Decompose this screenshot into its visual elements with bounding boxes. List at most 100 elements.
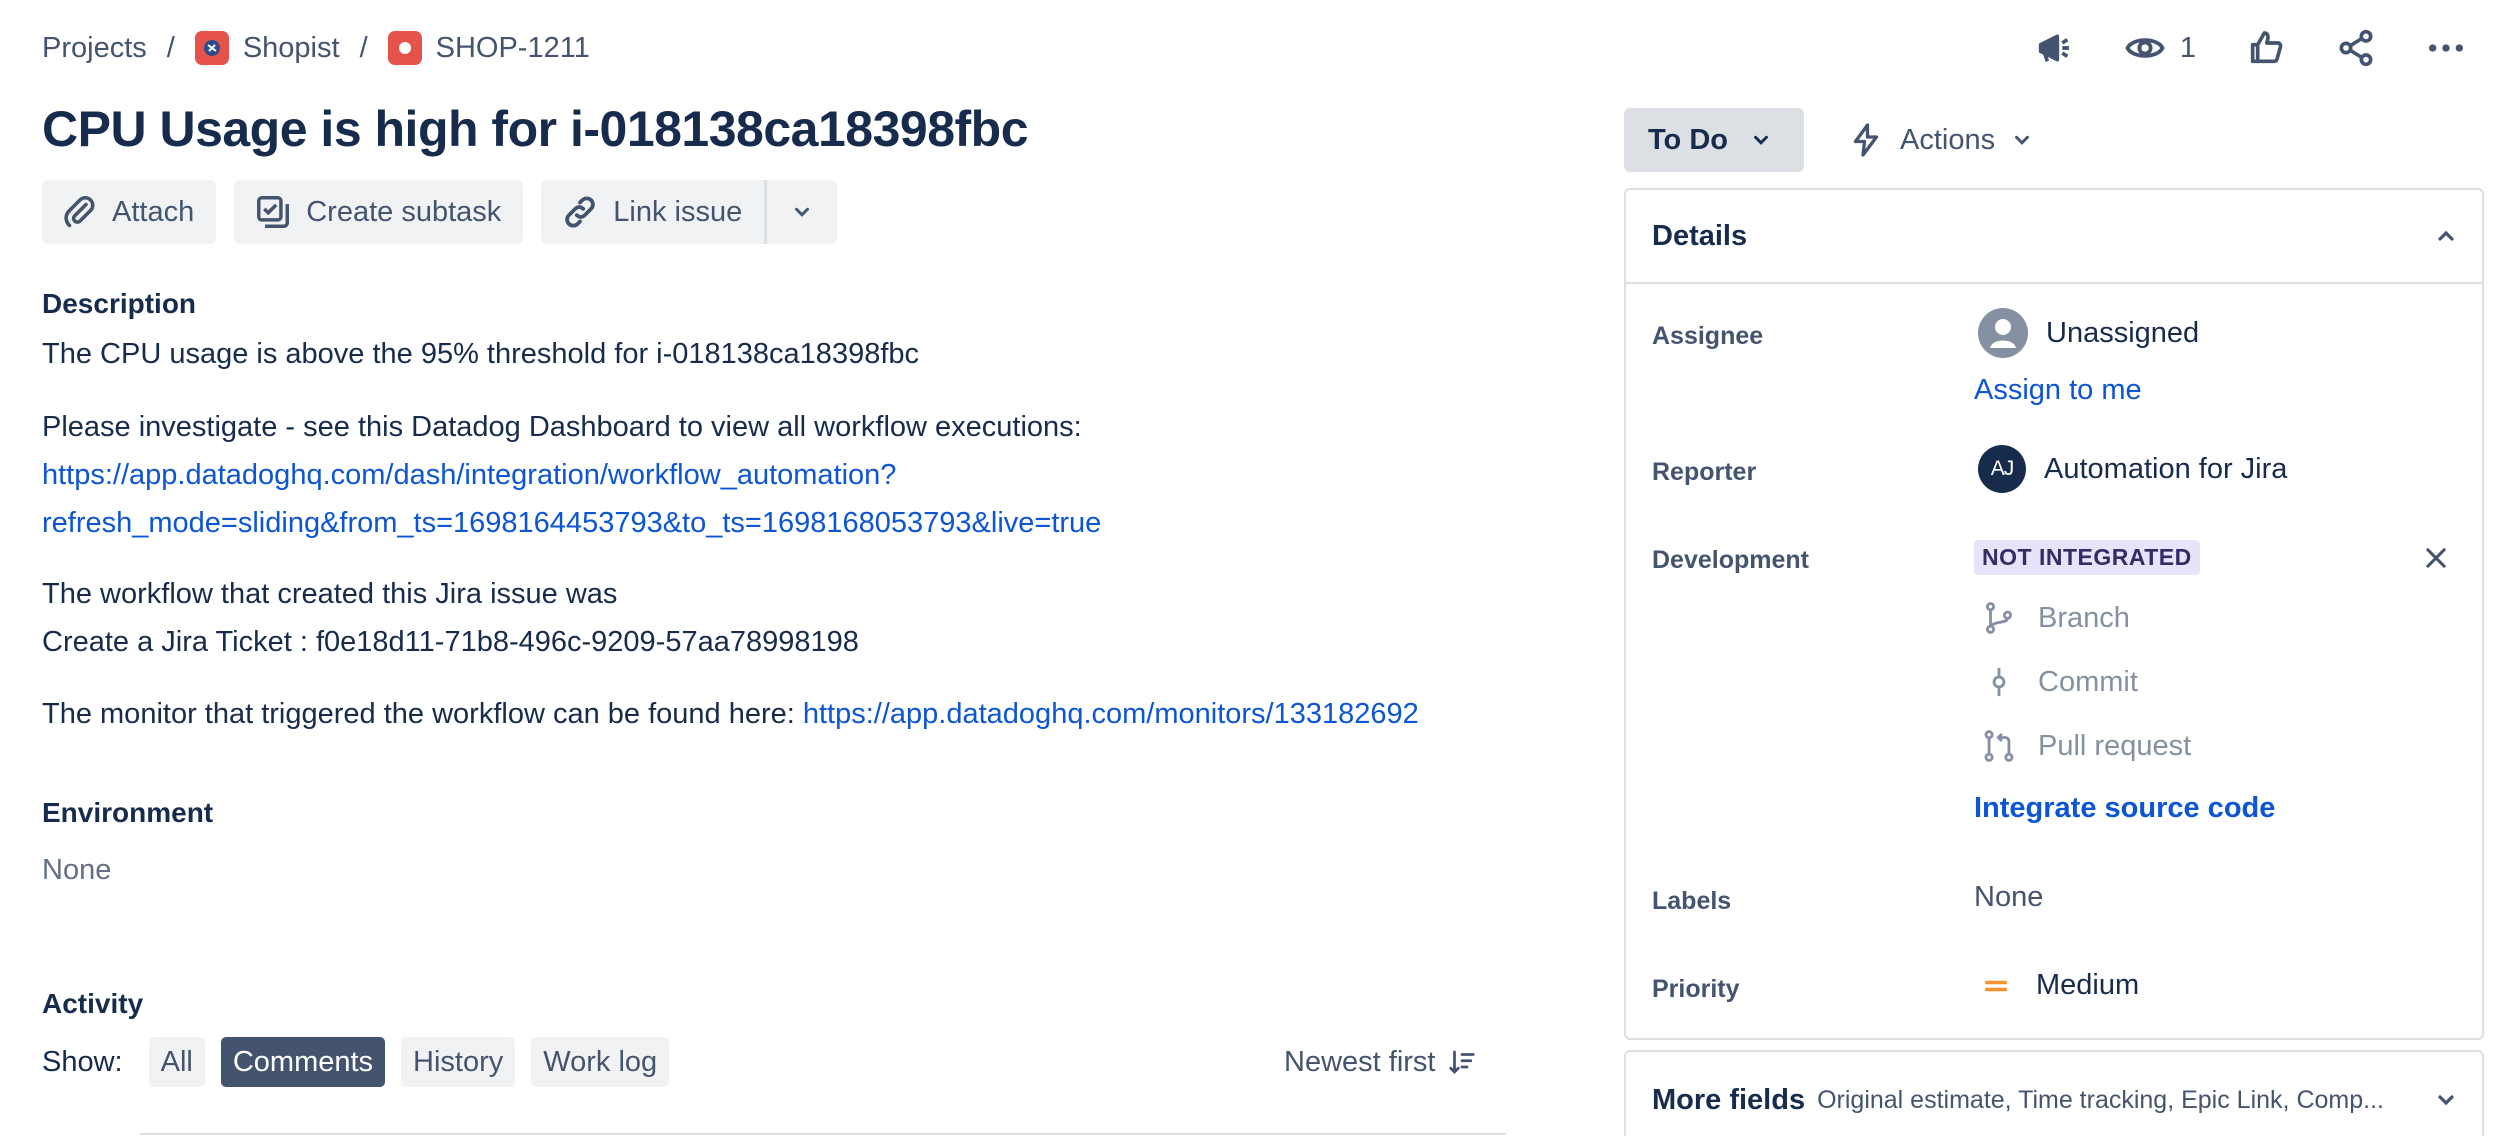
- close-icon[interactable]: [2422, 544, 2450, 572]
- activity-filter-row: Show: All Comments History Work log: [42, 1037, 670, 1087]
- share-icon: [2339, 29, 2373, 67]
- chevron-down-icon: [2015, 135, 2030, 145]
- thumbs-up-icon: [2250, 31, 2283, 64]
- unassigned-avatar-icon: [1978, 308, 2028, 358]
- monitor-text: The monitor that triggered the workflow …: [42, 698, 803, 730]
- description-line-2: Please investigate - see this Datadog Da…: [42, 411, 1082, 443]
- description-line-4: Create a Jira Ticket : f0e18d11-71b8-496…: [42, 626, 859, 658]
- more-fields-summary: Original estimate, Time tracking, Epic L…: [1817, 1085, 2384, 1114]
- assign-to-me-link[interactable]: Assign to me: [1974, 374, 2142, 407]
- share-button[interactable]: [2322, 24, 2390, 72]
- integrate-source-code-link[interactable]: Integrate source code: [1974, 792, 2275, 825]
- chevron-down-icon[interactable]: [2434, 1088, 2458, 1112]
- more-fields-panel[interactable]: More fields Original estimate, Time trac…: [1624, 1050, 2484, 1136]
- activity-heading: Activity: [42, 988, 144, 1019]
- link-icon: [565, 196, 596, 228]
- development-status: NOT INTEGRATED: [1974, 540, 2200, 575]
- show-label: Show:: [42, 1045, 123, 1078]
- create-subtask-label: Create subtask: [306, 195, 502, 228]
- feedback-button[interactable]: [2020, 24, 2088, 72]
- priority-label: Priority: [1652, 975, 1740, 1003]
- filter-all[interactable]: All: [148, 1037, 205, 1087]
- dashboard-link-part-1[interactable]: https://app.datadoghq.com/dash/integrati…: [42, 451, 896, 499]
- reporter-field[interactable]: AJ Automation for Jira: [1978, 445, 2287, 493]
- commit-label: Commit: [2038, 665, 2138, 698]
- commit-icon: [1992, 667, 2006, 697]
- sort-descending-icon: [1449, 1050, 1476, 1074]
- branch-label: Branch: [2038, 601, 2130, 634]
- details-header[interactable]: Details: [1626, 190, 2482, 284]
- breadcrumb: Projects / Shopist / SHOP-1211: [42, 28, 590, 68]
- pull-request-icon: [1984, 730, 2014, 762]
- description-line-1: The CPU usage is above the 95% threshold…: [42, 338, 920, 370]
- comment-editor-divider: [140, 1133, 1506, 1135]
- dashboard-link-part-2[interactable]: refresh_mode=sliding&from_ts=16981644537…: [42, 499, 1101, 547]
- details-panel: Details Assignee Unassigned Assign to me…: [1624, 188, 2484, 1040]
- priority-value: Medium: [2036, 969, 2140, 1001]
- reporter-label: Reporter: [1652, 458, 1757, 486]
- actions-label: Actions: [1900, 123, 1996, 156]
- pull-request-label: Pull request: [2038, 729, 2192, 762]
- chevron-down-icon: [795, 207, 810, 217]
- vote-button[interactable]: [2232, 24, 2300, 72]
- environment-value[interactable]: None: [42, 846, 111, 894]
- description-line-3: The workflow that created this Jira issu…: [42, 578, 618, 610]
- filter-work-log[interactable]: Work log: [531, 1037, 670, 1087]
- issue-header-actions: 1: [2020, 24, 2480, 72]
- priority-medium-icon: [1984, 980, 2008, 991]
- subtask-icon: [257, 196, 290, 228]
- attach-button[interactable]: Attach: [42, 180, 217, 244]
- filter-history[interactable]: History: [401, 1037, 516, 1087]
- priority-field[interactable]: Medium: [1982, 969, 2139, 1002]
- status-label: To Do: [1648, 123, 1728, 156]
- paperclip-icon: [64, 195, 95, 228]
- branch-icon: [1985, 602, 2013, 634]
- link-issue-button[interactable]: Link issue: [541, 180, 765, 244]
- link-issue-label: Link issue: [613, 195, 743, 228]
- toolbar-more-button[interactable]: [764, 180, 838, 244]
- chevron-up-icon[interactable]: [2434, 224, 2458, 248]
- link-issue-group: Link issue: [541, 180, 838, 244]
- environment-heading: Environment: [42, 797, 214, 828]
- sort-order-button[interactable]: Newest first: [1284, 1037, 1477, 1087]
- dev-item-commit: Commit: [1982, 665, 2138, 699]
- chevron-down-icon: [1754, 135, 1768, 145]
- issue-toolbar: Attach Create subtask Link issue: [42, 180, 838, 244]
- megaphone-icon: [2038, 34, 2069, 62]
- breadcrumb-separator: /: [166, 31, 175, 64]
- actions-dropdown[interactable]: Actions: [1848, 108, 2033, 172]
- labels-label: Labels: [1652, 887, 1732, 915]
- details-title: Details: [1652, 219, 1748, 252]
- reporter-avatar: AJ: [1978, 445, 2026, 493]
- breadcrumb-separator: /: [359, 31, 368, 64]
- issue-title[interactable]: CPU Usage is high for i-018138ca18398fbc: [42, 100, 1029, 158]
- labels-value[interactable]: None: [1974, 881, 2043, 914]
- assignee-value: Unassigned: [2046, 316, 2200, 349]
- breadcrumb-projects[interactable]: Projects: [42, 32, 147, 65]
- watch-button[interactable]: 1: [2110, 24, 2210, 72]
- breadcrumb-issue-key[interactable]: SHOP-1211: [436, 32, 590, 65]
- development-label: Development: [1652, 546, 1809, 574]
- assignee-field[interactable]: Unassigned: [1978, 308, 2199, 358]
- dev-item-pull-request: Pull request: [1982, 729, 2191, 763]
- project-avatar-icon: [194, 31, 229, 65]
- breadcrumb-project[interactable]: Shopist: [243, 32, 340, 65]
- reporter-value: Automation for Jira: [2044, 452, 2288, 485]
- more-actions-button[interactable]: [2412, 24, 2480, 72]
- lightning-bolt-icon: [1853, 123, 1879, 157]
- eye-icon: [2125, 38, 2165, 58]
- more-fields-title: More fields: [1652, 1083, 1806, 1116]
- not-integrated-badge: NOT INTEGRATED: [1974, 540, 2200, 575]
- sort-order-label: Newest first: [1284, 1045, 1436, 1078]
- monitor-link[interactable]: https://app.datadoghq.com/monitors/13318…: [803, 698, 1419, 730]
- create-subtask-button[interactable]: Create subtask: [234, 180, 524, 244]
- watchers-count: 1: [2179, 31, 2196, 64]
- more-horizontal-icon: [2429, 44, 2463, 52]
- attach-label: Attach: [112, 195, 195, 228]
- description-line-5: The monitor that triggered the workflow …: [42, 690, 1419, 738]
- filter-comments[interactable]: Comments: [220, 1037, 386, 1087]
- dev-item-branch: Branch: [1982, 601, 2130, 635]
- bug-issue-type-icon: [387, 31, 422, 65]
- status-dropdown[interactable]: To Do: [1624, 108, 1804, 172]
- assignee-label: Assignee: [1652, 322, 1764, 350]
